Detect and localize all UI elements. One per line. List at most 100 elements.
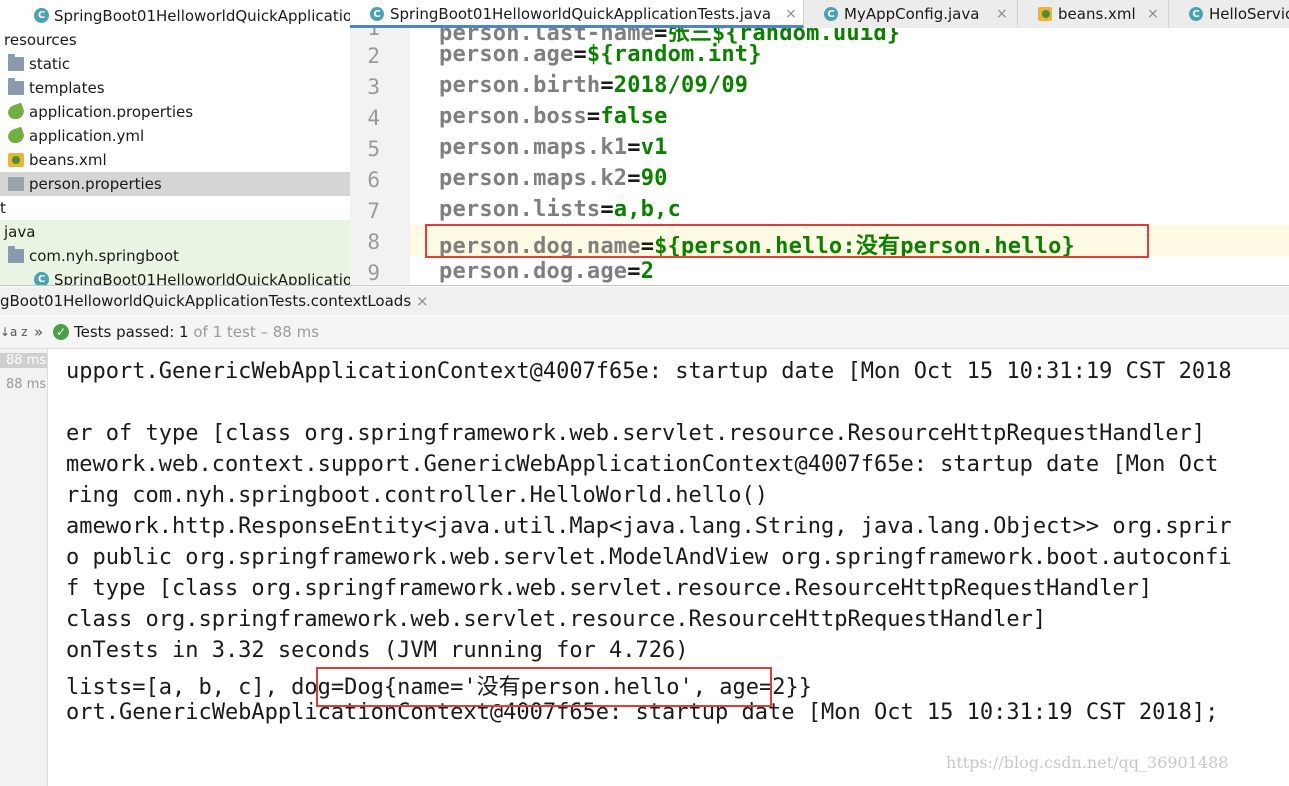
- console-line: er of type [class org.springframework.we…: [66, 421, 1206, 446]
- code-line: person.birth=2018/09/09: [439, 73, 748, 98]
- highlight-box-dog-name: [425, 224, 1149, 258]
- folder-icon: [8, 78, 24, 95]
- equals-sign: =: [600, 73, 614, 98]
- class-icon: C: [1189, 7, 1203, 21]
- console-line: class org.springframework.web.servlet.re…: [66, 607, 1047, 632]
- tree-item-resources[interactable]: resources: [0, 28, 350, 52]
- editor-tab-bar: C SpringBoot01HelloworldQuickApplication…: [350, 0, 1289, 29]
- tree-item-static[interactable]: static: [0, 52, 350, 76]
- xml-icon: [8, 153, 24, 167]
- tab-label: HelloServic: [1209, 5, 1289, 23]
- class-icon: C: [34, 272, 49, 286]
- equals-sign: =: [627, 135, 641, 160]
- spring-leaf-icon: [6, 126, 26, 146]
- tests-detail: of 1 test – 88 ms: [188, 323, 320, 341]
- close-icon[interactable]: ×: [416, 287, 429, 315]
- console-line: f type [class org.springframework.web.se…: [66, 576, 1153, 601]
- line-number: 4: [367, 106, 380, 130]
- sort-alphabetically-icon[interactable]: ↓a z: [0, 316, 28, 348]
- tree-item-label: java: [4, 223, 36, 241]
- test-duration[interactable]: 88 ms: [0, 377, 47, 392]
- tree-item-test-class[interactable]: C SpringBoot01HelloworldQuickApplicatio: [0, 268, 350, 286]
- close-icon[interactable]: ×: [996, 0, 1008, 28]
- equals-sign: =: [573, 42, 587, 67]
- tab-application-tests[interactable]: C SpringBoot01HelloworldQuickApplication…: [350, 0, 804, 28]
- test-tree: 88 ms 88 ms: [0, 349, 48, 786]
- tree-item-label: templates: [29, 79, 105, 97]
- tree-item-application-yml[interactable]: application.yml: [0, 124, 350, 148]
- property-value: 2018/09/09: [613, 73, 749, 98]
- tree-item-test-class-top[interactable]: C SpringBoot01HelloworldQuickApplicatio: [0, 4, 350, 28]
- property-value: ${random.int}: [586, 42, 762, 67]
- class-icon: C: [370, 7, 384, 21]
- tree-item-label: SpringBoot01HelloworldQuickApplicatio: [54, 7, 350, 25]
- tab-myappconfig[interactable]: C MyAppConfig.java ×: [804, 0, 1018, 28]
- tests-passed-label: Tests passed:: [74, 323, 180, 341]
- console-line: amework.http.ResponseEntity<java.util.Ma…: [66, 514, 1232, 539]
- line-number: 8: [367, 230, 380, 254]
- tree-item-java[interactable]: java: [0, 220, 350, 244]
- tree-item-label: person.properties: [29, 175, 162, 193]
- console-line: mework.web.context.support.GenericWebApp…: [66, 452, 1219, 477]
- console-line: ring com.nyh.springboot.controller.Hello…: [66, 483, 768, 508]
- tab-label: beans.xml: [1058, 5, 1136, 23]
- class-icon: C: [34, 8, 49, 23]
- property-key: person.birth: [439, 73, 601, 98]
- line-number: 9: [367, 261, 380, 284]
- code-line: person.maps.k1=v1: [439, 135, 668, 160]
- tree-item-label: t: [0, 199, 6, 217]
- project-tree: C SpringBoot01HelloworldQuickApplicatio …: [0, 0, 350, 286]
- spring-leaf-icon: [6, 102, 26, 122]
- test-duration[interactable]: 88 ms: [0, 353, 47, 368]
- equals-sign: =: [627, 166, 641, 191]
- line-number: 1: [367, 28, 380, 40]
- tree-item-person-properties[interactable]: person.properties: [0, 172, 350, 196]
- tree-item-label: resources: [4, 31, 77, 49]
- line-number: 2: [367, 44, 380, 68]
- close-icon[interactable]: ×: [1147, 0, 1159, 28]
- line-number: 5: [367, 137, 380, 161]
- property-value: false: [600, 104, 668, 129]
- console-line: upport.GenericWebApplicationContext@4007…: [66, 359, 1232, 384]
- console-line: onTests in 3.32 seconds (JVM running for…: [66, 638, 689, 663]
- run-toolbar: ↓a z » ✓ Tests passed: 1 of 1 test – 88 …: [0, 316, 1289, 349]
- code-line: person.lists=a,b,c: [439, 197, 681, 222]
- run-tab[interactable]: gBoot01HelloworldQuickApplicationTests.c…: [0, 287, 1289, 315]
- package-icon: [8, 246, 24, 263]
- line-number: 7: [367, 199, 380, 223]
- tree-item-label: application.properties: [29, 103, 194, 121]
- run-tab-label: gBoot01HelloworldQuickApplicationTests.c…: [0, 292, 412, 310]
- tree-item-application-properties[interactable]: application.properties: [0, 100, 350, 124]
- tab-beans-xml[interactable]: beans.xml ×: [1018, 0, 1169, 28]
- watermark: https://blog.csdn.net/qq_36901488: [946, 753, 1229, 772]
- tree-item-templates[interactable]: templates: [0, 76, 350, 100]
- property-key: person.maps.k1: [439, 135, 628, 160]
- property-key: person.lists: [439, 197, 601, 222]
- tab-label: SpringBoot01HelloworldQuickApplicationTe…: [390, 5, 772, 23]
- tree-item-test[interactable]: t: [0, 196, 350, 220]
- panel-splitter[interactable]: [0, 285, 1289, 286]
- test-status: Tests passed: 1 of 1 test – 88 ms: [74, 316, 319, 348]
- class-icon: C: [824, 7, 838, 21]
- close-icon[interactable]: ×: [785, 0, 797, 28]
- property-value: a,b,c: [613, 197, 682, 222]
- tree-item-beans-xml[interactable]: beans.xml: [0, 148, 350, 172]
- tree-item-label: application.yml: [29, 127, 145, 145]
- tree-item-package[interactable]: com.nyh.springboot: [0, 244, 350, 268]
- equals-sign: =: [627, 259, 641, 284]
- expand-icon[interactable]: »: [34, 316, 43, 348]
- highlight-box-dog-output: [316, 667, 772, 707]
- line-number: 3: [367, 75, 380, 99]
- property-key: person.boss: [439, 104, 587, 129]
- property-key: person.maps.k2: [439, 166, 628, 191]
- console-output[interactable]: upport.GenericWebApplicationContext@4007…: [48, 349, 1289, 786]
- property-value: 90: [640, 166, 668, 191]
- tree-item-label: com.nyh.springboot: [29, 247, 179, 265]
- tab-helloservice[interactable]: C HelloServic: [1169, 0, 1289, 28]
- property-value: v1: [640, 135, 668, 160]
- tree-item-label: beans.xml: [29, 151, 107, 169]
- properties-editor[interactable]: 1 person.last-name=张三${random.uuid} 2 pe…: [350, 28, 1289, 284]
- properties-icon: [8, 177, 24, 191]
- folder-icon: [8, 54, 24, 71]
- equals-sign: =: [586, 104, 601, 129]
